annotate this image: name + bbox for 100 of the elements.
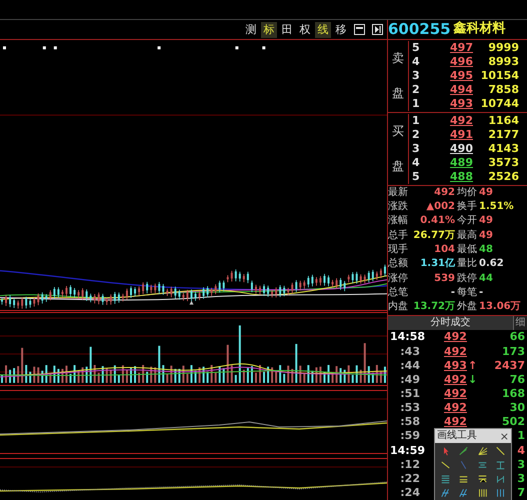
trade-volume: 502	[502, 415, 526, 430]
stat-value: 539	[433, 272, 455, 286]
trade-time: :44	[399, 358, 421, 373]
stat-value: 1.51%	[479, 200, 514, 214]
side-label: 买	[392, 124, 404, 138]
trade-volume: 7	[517, 486, 526, 500]
trade-arrow: ↓	[468, 372, 478, 387]
level-number: 2	[411, 128, 421, 142]
stat-value: ▲002	[425, 200, 455, 214]
trade-time: :12	[399, 458, 421, 472]
stat-value: 13.06万	[479, 300, 521, 314]
order-volume: 1164	[487, 114, 519, 128]
order-volume: 7858	[487, 82, 519, 97]
trade-time: 14:59	[389, 444, 422, 458]
trade-price: 492	[444, 330, 468, 344]
order-volume: 10154	[480, 68, 519, 83]
trade-volume: 173	[502, 344, 526, 359]
trade-volume: 30	[510, 401, 526, 416]
trade-time: 14:58	[389, 330, 422, 344]
stat-label: 换手	[456, 200, 478, 214]
order-price: 495	[449, 68, 473, 83]
stat-label: 最高	[456, 228, 478, 243]
order-price: 496	[449, 54, 473, 69]
trade-arrow: ↑	[468, 358, 478, 373]
order-price: 491	[449, 128, 473, 142]
order-volume: 2526	[487, 170, 519, 184]
trade-volume: 76	[510, 372, 526, 387]
side-label: 盘	[392, 86, 404, 100]
level-number: 3	[411, 68, 421, 83]
stat-value: 26.77万	[412, 228, 455, 243]
level-number: 5	[411, 170, 421, 184]
stat-value: 49	[479, 228, 493, 243]
stat-label: 量比	[456, 257, 478, 272]
level-number: 4	[411, 156, 421, 170]
toolbar-button[interactable]: 标	[261, 22, 277, 38]
stat-value: 1.31亿	[419, 257, 455, 272]
stat-label: 涨跌	[388, 200, 409, 214]
order-volume: 9999	[487, 40, 519, 55]
stat-label: 每笔	[456, 286, 478, 300]
side-label: 盘	[392, 159, 404, 174]
level-number: 5	[411, 40, 421, 55]
toolbar-button[interactable]: 测	[243, 22, 259, 38]
stock-code: 600255	[388, 22, 451, 36]
trade-time: :43	[399, 344, 421, 359]
stat-value: 0.62	[479, 257, 504, 272]
trades-tab[interactable]: 细	[513, 316, 527, 330]
order-price: 489	[449, 156, 473, 170]
trade-price: 492	[444, 401, 468, 416]
trades-tab[interactable]: 分时成交	[388, 316, 513, 330]
stat-label: 均价	[456, 186, 478, 200]
stat-label: 总额	[388, 257, 409, 272]
order-price: 488	[449, 170, 473, 184]
toolbar-button[interactable]: 线	[315, 22, 331, 38]
trade-volume: 3	[517, 458, 526, 472]
order-volume: 3573	[487, 156, 519, 170]
trade-volume: 168	[502, 386, 526, 401]
stat-label: 总笔	[388, 286, 409, 300]
stat-label: 今开	[456, 214, 478, 228]
level-number: 2	[411, 82, 421, 97]
stat-label: 总手	[388, 228, 409, 243]
trade-time: :51	[399, 386, 421, 401]
stock-name: 鑫科材料	[454, 22, 506, 36]
trade-time: :49	[399, 372, 421, 387]
trade-volume: 66	[510, 330, 526, 344]
trade-volume: 3	[517, 472, 526, 486]
toolbar-button[interactable]: 移	[333, 22, 349, 38]
trade-time: :22	[399, 472, 421, 486]
stat-label: 涨停	[388, 272, 409, 286]
stat-value: 492	[433, 186, 455, 200]
trade-price: 492	[444, 386, 468, 401]
level-number: 1	[411, 114, 421, 128]
stat-value: -	[450, 286, 455, 300]
trade-price: 492	[444, 344, 468, 359]
trade-price: 492	[444, 372, 468, 387]
toolbar-button[interactable]: 权	[297, 22, 313, 38]
stat-value: 48	[479, 243, 493, 257]
stat-value: 13.72万	[412, 300, 455, 314]
stat-value: 104	[433, 243, 455, 257]
order-price: 490	[449, 142, 473, 156]
stat-value: 44	[479, 272, 493, 286]
trade-volume: 4	[517, 444, 526, 458]
trade-price: 492	[444, 415, 468, 430]
trade-time: :58	[399, 415, 421, 430]
stat-label: 最低	[456, 243, 478, 257]
order-price: 493	[449, 96, 473, 111]
close-button[interactable]: ×	[500, 430, 509, 442]
stat-value: 0.41%	[419, 214, 455, 228]
level-number: 1	[411, 96, 421, 111]
order-volume: 10744	[480, 96, 519, 111]
level-number: 3	[411, 142, 421, 156]
stat-label: 最新	[388, 186, 409, 200]
stat-value: 49	[479, 186, 493, 200]
trade-price: 493	[444, 358, 468, 373]
trade-time: :53	[399, 401, 421, 416]
stat-label: 外盘	[456, 300, 478, 314]
trade-time: :59	[399, 429, 421, 444]
order-volume: 8993	[487, 54, 519, 69]
order-volume: 2177	[487, 128, 519, 142]
order-volume: 4143	[487, 142, 519, 156]
trade-volume: 1	[517, 429, 526, 444]
